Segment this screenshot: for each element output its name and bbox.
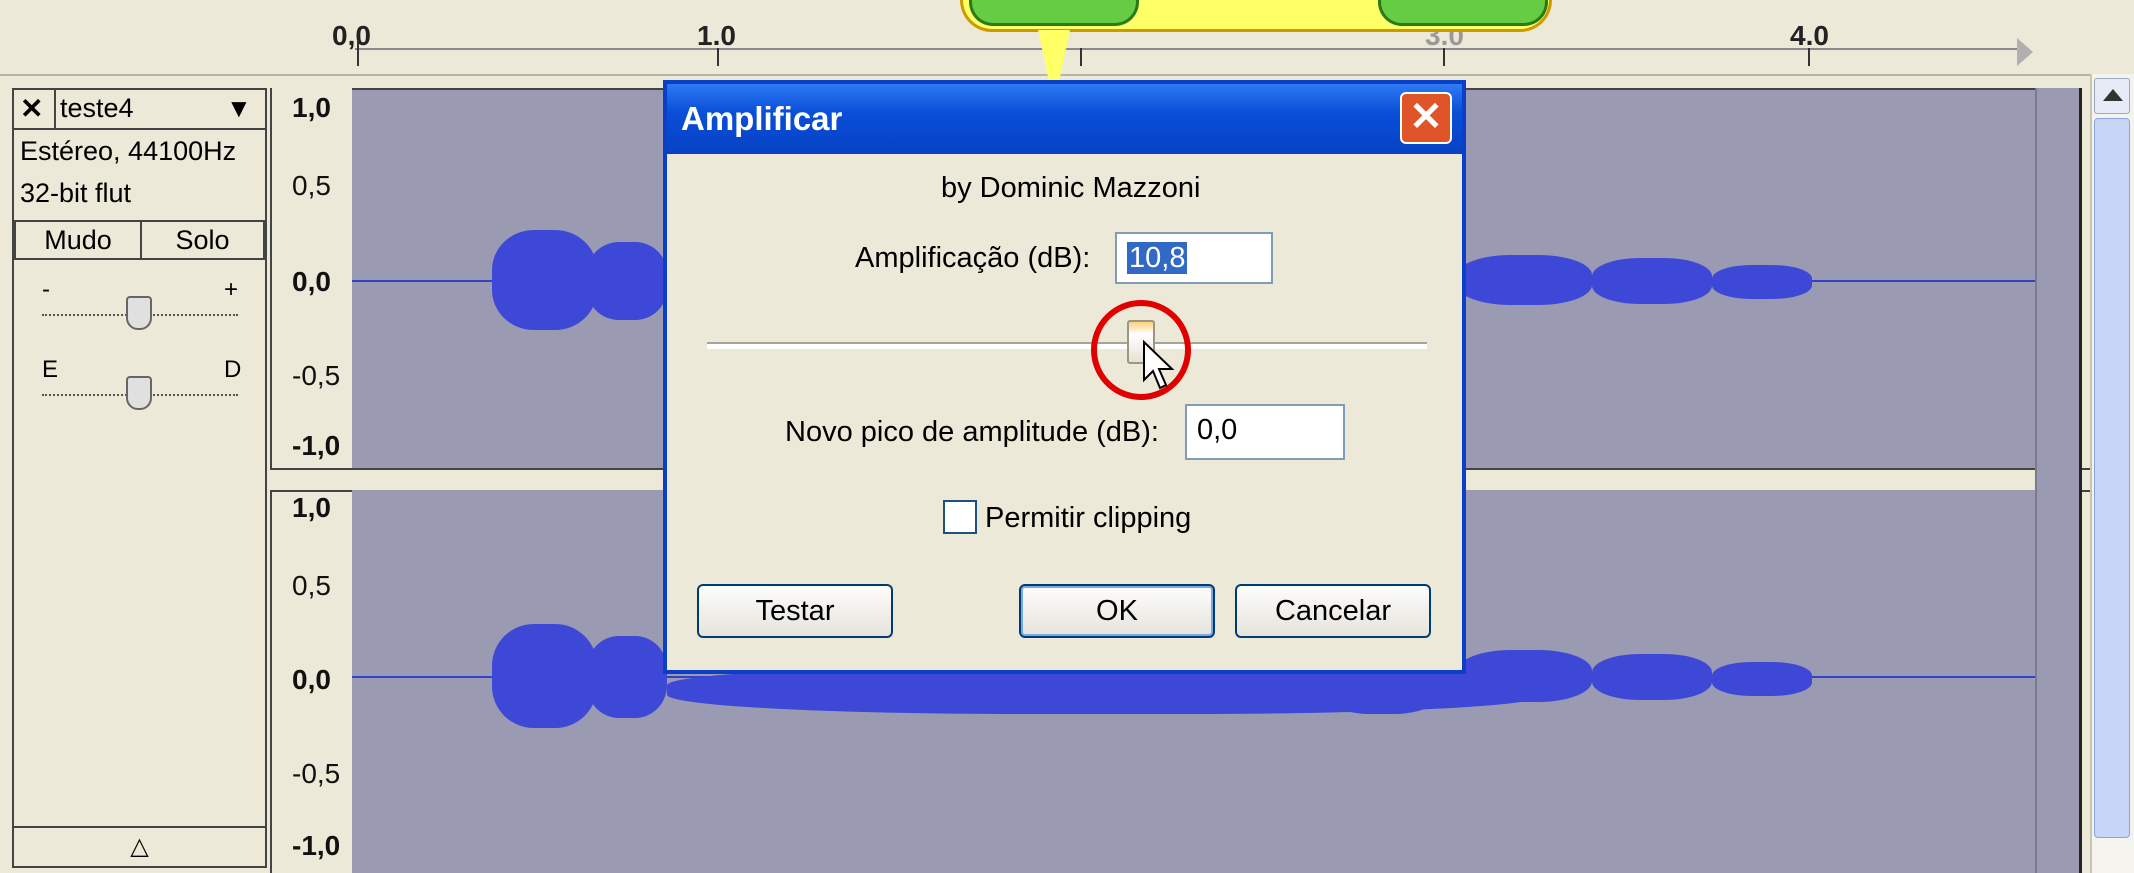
ruler-tick [717, 48, 719, 66]
dialog-author: by Dominic Mazzoni [941, 172, 1201, 204]
amplification-input[interactable]: 10,8 [1115, 232, 1273, 284]
scale-top-m05: -0,5 [292, 360, 341, 391]
scale-bottom-1: 1,0 [292, 492, 331, 523]
cancel-button[interactable]: Cancelar [1235, 584, 1431, 638]
scale-top-0: 0,0 [292, 266, 331, 297]
scale-bottom-m05: -0,5 [292, 758, 341, 789]
allow-clipping-checkbox[interactable] [943, 500, 977, 534]
callout-forward-arrow-icon[interactable] [1378, 0, 1548, 26]
close-icon[interactable]: ✕ [1400, 92, 1452, 144]
mute-button[interactable]: Mudo [14, 220, 142, 260]
test-button[interactable]: Testar [697, 584, 893, 638]
solo-button[interactable]: Solo [140, 220, 265, 260]
track-format: Estéreo, 44100Hz [20, 136, 237, 166]
ruler-end-arrow-icon [2017, 38, 2033, 66]
dialog-title-bar[interactable]: Amplificar ✕ [667, 84, 1462, 154]
ruler-tick [1080, 48, 1082, 66]
waveform-edge [2035, 88, 2082, 873]
gain-slider-thumb[interactable] [126, 296, 152, 330]
pan-right-label: D [224, 356, 242, 383]
ruler-tick [357, 40, 359, 66]
waveform-burst [1592, 654, 1712, 700]
collapse-icon[interactable]: △ [14, 826, 265, 868]
gain-plus-label: + [224, 276, 239, 303]
ok-button[interactable]: OK [1019, 584, 1215, 638]
new-peak-label: Novo pico de amplitude (dB): [785, 416, 1159, 448]
pan-left-label: E [42, 356, 59, 383]
waveform-burst [492, 624, 597, 728]
track-name[interactable]: teste4 [60, 93, 134, 124]
chevron-up-icon [2103, 89, 2123, 101]
waveform-burst [1592, 258, 1712, 304]
pan-slider-thumb[interactable] [126, 376, 152, 410]
scroll-up-button[interactable] [2094, 78, 2130, 114]
scale-bottom-m1: -1,0 [292, 830, 341, 861]
amplification-slider-track[interactable] [707, 342, 1427, 349]
track-control-panel: ✕ teste4 ▼ Estéreo, 44100Hz 32-bit flut … [12, 88, 267, 868]
amplification-value: 10,8 [1127, 242, 1188, 274]
track-bitdepth: 32-bit flut [20, 178, 132, 208]
dialog-title: Amplificar [681, 100, 843, 137]
gain-minus-label: - [42, 276, 50, 303]
chevron-down-icon[interactable]: ▼ [226, 93, 252, 124]
allow-clipping-label: Permitir clipping [985, 502, 1192, 534]
scroll-thumb[interactable] [2094, 118, 2130, 838]
scale-bottom-05: 0,5 [292, 570, 331, 601]
ruler-track [355, 48, 2025, 50]
callout-back-arrow-icon[interactable] [969, 0, 1139, 26]
waveform-burst [1457, 255, 1592, 305]
waveform-burst [492, 230, 597, 330]
waveform-burst [587, 242, 667, 320]
track-name-bar[interactable]: ✕ teste4 ▼ [14, 90, 265, 130]
ruler-tick [1808, 48, 1810, 66]
close-icon[interactable]: ✕ [20, 92, 43, 125]
scale-top-1: 1,0 [292, 92, 331, 123]
scale-bottom-0: 0,0 [292, 664, 331, 695]
amplify-dialog: Amplificar ✕ by Dominic Mazzoni Amplific… [663, 80, 1466, 674]
waveform-burst [1712, 662, 1812, 696]
waveform-burst [1457, 650, 1592, 702]
ruler-tick [1443, 48, 1445, 66]
scale-top-05: 0,5 [292, 170, 331, 201]
new-peak-input[interactable]: 0,0 [1185, 404, 1345, 460]
cursor-arrow-icon [1143, 340, 1175, 390]
waveform-burst [1712, 265, 1812, 299]
tutorial-callout [960, 0, 1552, 32]
waveform-burst [587, 636, 667, 718]
scale-top-m1: -1,0 [292, 430, 341, 461]
amplification-label: Amplificação (dB): [855, 242, 1091, 274]
divider [54, 90, 56, 128]
